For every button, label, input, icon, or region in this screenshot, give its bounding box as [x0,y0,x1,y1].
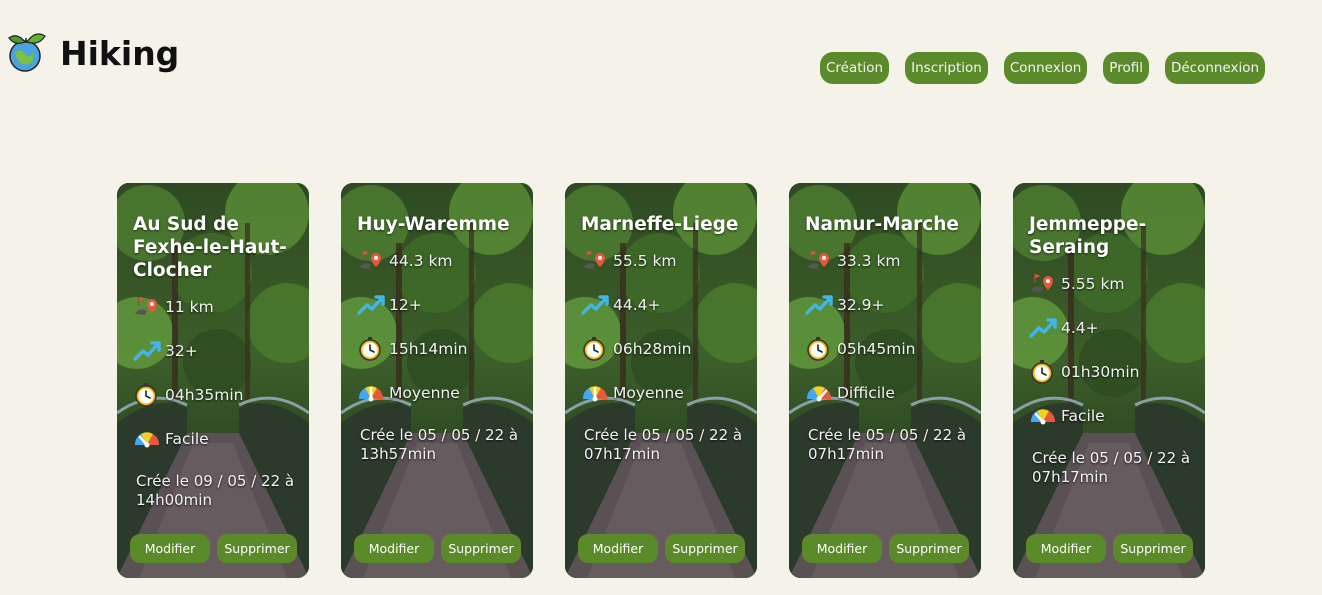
map-pin-icon [583,251,605,269]
hike-card-1: Au Sud de Fexhe-le-Haut-Clocher 11 km 32… [117,183,309,578]
globe-leaves-icon [8,33,46,72]
hike-difficulty-value: Moyenne [613,384,684,402]
stopwatch-icon [359,337,381,361]
nav-connexion-button[interactable]: Connexion [1003,52,1088,84]
hike-distance-value: 11 km [165,298,214,316]
hike-elevation: 4.4+ [1029,317,1205,339]
delete-button[interactable]: Supprimer [889,534,969,563]
hike-elevation-value: 32+ [165,342,198,360]
hike-duration-value: 15h14min [389,340,468,358]
hike-difficulty-value: Facile [165,430,209,448]
hike-title: Au Sud de Fexhe-le-Haut-Clocher [133,214,287,281]
trend-up-icon [581,295,609,315]
hike-elevation-value: 32.9+ [837,296,885,314]
hike-difficulty: Difficile [805,382,981,404]
hike-elevation-value: 44.4+ [613,296,661,314]
delete-button[interactable]: Supprimer [441,534,521,563]
gauge-icon [1030,409,1056,425]
hike-elevation: 32+ [133,340,309,362]
app-title: Hiking [60,33,180,73]
hike-difficulty: Moyenne [357,382,533,404]
hike-duration: 04h35min [133,383,309,407]
trend-up-icon [1029,318,1057,338]
hike-created-date: Crée le 05 / 05 / 22 à 07h17min [1032,449,1191,486]
hike-duration-value: 01h30min [1061,363,1140,381]
trend-up-icon [805,295,833,315]
gauge-icon [358,386,384,402]
hike-elevation-value: 4.4+ [1061,319,1099,337]
map-pin-icon [135,297,157,315]
hike-created-date: Crée le 05 / 05 / 22 à 07h17min [584,426,743,463]
stopwatch-icon [807,337,829,361]
hike-card-4: Namur-Marche 33.3 km 32.9+ 05h45min Diff… [789,183,981,578]
edit-button[interactable]: Modifier [130,534,210,563]
hike-difficulty: Moyenne [581,382,757,404]
gauge-icon [134,432,160,448]
edit-button[interactable]: Modifier [1026,534,1106,563]
hike-distance: 55.5 km [581,250,757,272]
edit-button[interactable]: Modifier [578,534,658,563]
trend-up-icon [357,295,385,315]
hike-difficulty: Facile [1029,405,1205,427]
hike-card-5: Jemmeppe-Seraing 5.55 km 4.4+ 01h30min F… [1013,183,1205,578]
hike-distance-value: 5.55 km [1061,275,1125,293]
hike-duration-value: 06h28min [613,340,692,358]
hike-card-3: Marneffe-Liege 55.5 km 44.4+ 06h28min Mo… [565,183,757,578]
hike-title: Huy-Waremme [357,214,510,235]
hike-list: Au Sud de Fexhe-le-Haut-Clocher 11 km 32… [117,183,1237,578]
main-nav: Création Inscription Connexion Profil Dé… [820,52,1281,84]
map-pin-icon [807,251,829,269]
hike-elevation-value: 12+ [389,296,422,314]
hike-difficulty-value: Moyenne [389,384,460,402]
hike-duration-value: 04h35min [165,386,244,404]
hike-duration: 05h45min [805,337,981,361]
hike-title: Namur-Marche [805,214,959,235]
hike-duration: 15h14min [357,337,533,361]
nav-profil-button[interactable]: Profil [1103,52,1149,84]
hike-distance: 44.3 km [357,250,533,272]
hike-distance: 33.3 km [805,250,981,272]
edit-button[interactable]: Modifier [802,534,882,563]
hike-distance-value: 44.3 km [389,252,453,270]
hike-created-date: Crée le 05 / 05 / 22 à 13h57min [360,426,519,463]
hike-distance: 11 km [133,296,309,318]
gauge-icon [582,386,608,402]
hike-title: Marneffe-Liege [581,214,739,235]
hike-distance: 5.55 km [1029,273,1205,295]
hike-elevation: 12+ [357,294,533,316]
hike-distance-value: 55.5 km [613,252,677,270]
delete-button[interactable]: Supprimer [665,534,745,563]
gauge-icon [806,386,832,402]
hike-distance-value: 33.3 km [837,252,901,270]
delete-button[interactable]: Supprimer [217,534,297,563]
hike-created-date: Crée le 05 / 05 / 22 à 07h17min [808,426,967,463]
hike-difficulty-value: Difficile [837,384,895,402]
nav-inscription-button[interactable]: Inscription [905,52,988,84]
stopwatch-icon [1031,360,1053,384]
app-logo[interactable]: Hiking [6,32,179,74]
hike-title: Jemmeppe-Seraing [1029,214,1147,258]
trend-up-icon [133,341,161,361]
hike-difficulty: Facile [133,428,309,450]
nav-creation-button[interactable]: Création [820,52,890,84]
hike-duration: 01h30min [1029,360,1205,384]
edit-button[interactable]: Modifier [354,534,434,563]
nav-deconnexion-button[interactable]: Déconnexion [1164,52,1266,84]
hike-duration-value: 05h45min [837,340,916,358]
stopwatch-icon [135,383,157,407]
hike-card-2: Huy-Waremme 44.3 km 12+ 15h14min Moyenne… [341,183,533,578]
delete-button[interactable]: Supprimer [1113,534,1193,563]
hike-elevation: 44.4+ [581,294,757,316]
map-pin-icon [359,251,381,269]
stopwatch-icon [583,337,605,361]
hike-created-date: Crée le 09 / 05 / 22 à 14h00min [136,472,295,509]
map-pin-icon [1031,274,1053,292]
hike-difficulty-value: Facile [1061,407,1105,425]
hike-duration: 06h28min [581,337,757,361]
hike-elevation: 32.9+ [805,294,981,316]
